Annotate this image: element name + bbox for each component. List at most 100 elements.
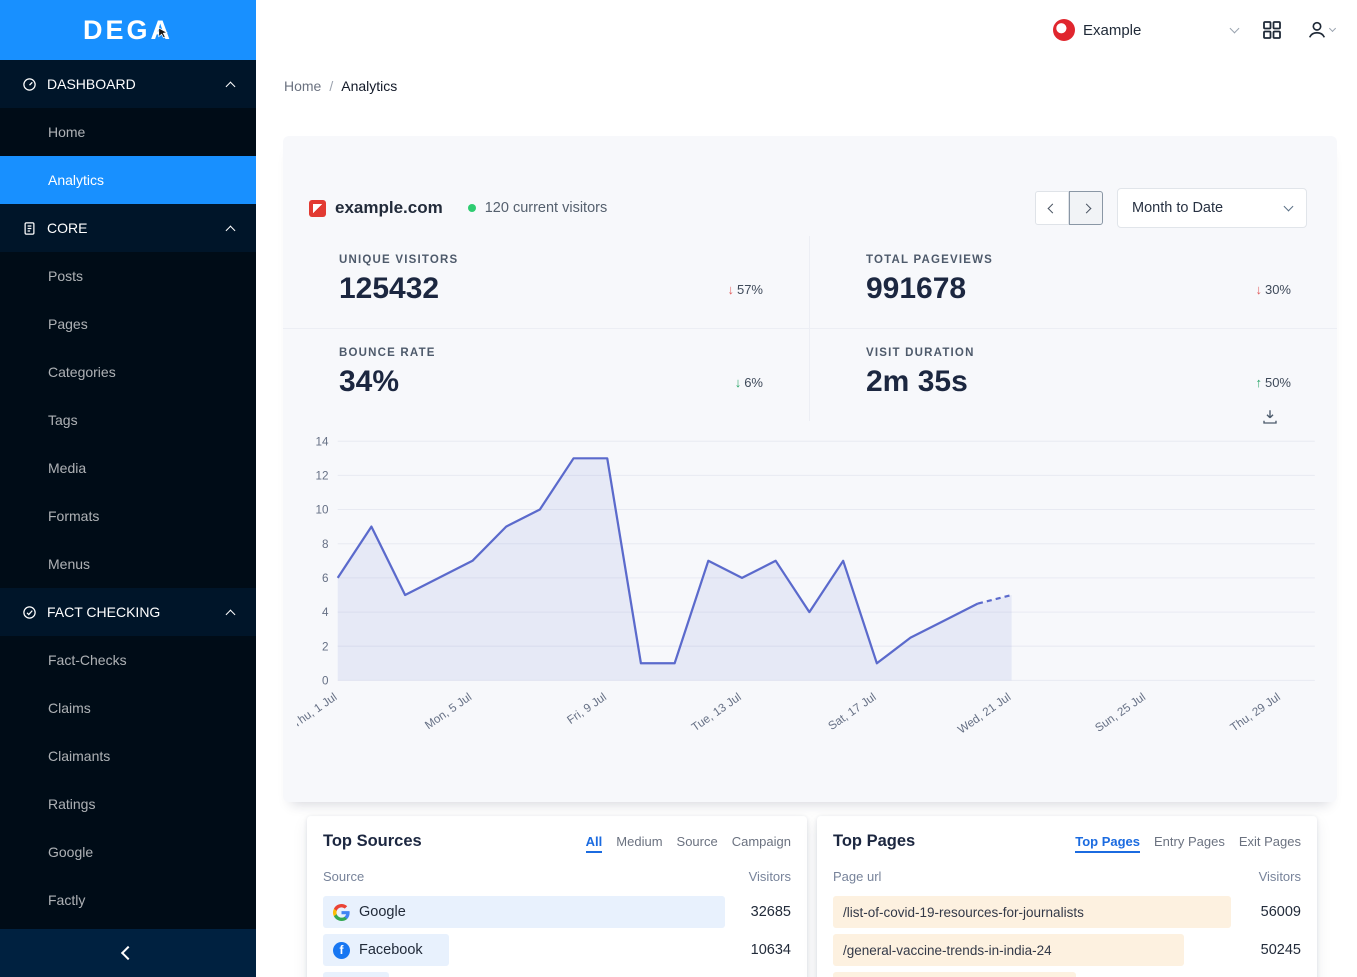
page-url-text: /list-of-covid-19-resources-for-journali… — [843, 905, 1084, 920]
stat-visit-duration: VISIT DURATION 2m 35s ↑50% — [810, 329, 1337, 421]
table-row[interactable] — [323, 970, 791, 977]
dashboard-icon — [22, 77, 37, 92]
svg-text:0: 0 — [322, 674, 329, 687]
sidebar-item-menus[interactable]: Menus — [0, 540, 256, 588]
stat-value: 2m 35s — [866, 365, 968, 399]
sidebar-item-google[interactable]: Google — [0, 828, 256, 876]
card-header: Top Pages Top Pages Entry Pages Exit Pag… — [833, 832, 1301, 853]
stat-delta-value: 57% — [737, 282, 763, 297]
sidebar-item-ratings[interactable]: Ratings — [0, 780, 256, 828]
row-bar — [833, 972, 1076, 977]
sidebar-item-analytics[interactable]: Analytics — [0, 156, 256, 204]
sidebar-item-tags[interactable]: Tags — [0, 396, 256, 444]
svg-text:Tue, 13 Jul: Tue, 13 Jul — [689, 691, 743, 735]
menu-item-label: Home — [48, 124, 85, 140]
svg-text:Wed, 21 Jul: Wed, 21 Jul — [955, 691, 1013, 737]
tab-entry-pages[interactable]: Entry Pages — [1154, 834, 1225, 853]
sidebar-item-posts[interactable]: Posts — [0, 252, 256, 300]
date-nav — [1035, 191, 1103, 225]
sidebar-item-claimants[interactable]: Claimants — [0, 732, 256, 780]
download-icon — [1261, 408, 1279, 426]
site-favicon-icon — [309, 200, 326, 217]
stat-value: 991678 — [866, 272, 966, 306]
date-range-select[interactable]: Month to Date — [1117, 188, 1307, 228]
table-row[interactable] — [833, 970, 1301, 977]
stat-value: 34% — [339, 365, 399, 399]
live-dot-icon — [468, 204, 476, 212]
sidebar-section-dashboard[interactable]: DASHBOARD — [0, 60, 256, 108]
panel-header: example.com 120 current visitors Month t… — [283, 136, 1337, 228]
current-visitors: 120 current visitors — [485, 200, 608, 216]
menu-item-label: Claimants — [48, 748, 110, 764]
column-source: Source — [323, 869, 364, 884]
sidebar-section-fact-checking[interactable]: FACT CHECKING — [0, 588, 256, 636]
sidebar-section-core[interactable]: CORE — [0, 204, 256, 252]
table-row[interactable]: Facebook 10634 — [323, 932, 791, 968]
menu-item-label: Factly — [48, 892, 85, 908]
sidebar-item-home[interactable]: Home — [0, 108, 256, 156]
page-url-text: /general-vaccine-trends-in-india-24 — [843, 943, 1052, 958]
menu-item-label: Tags — [48, 412, 78, 428]
svg-text:2: 2 — [322, 640, 329, 653]
sidebar-item-claims[interactable]: Claims — [0, 684, 256, 732]
bottom-cards: Top Sources All Medium Source Campaign S… — [307, 816, 1317, 977]
table-row[interactable]: /list-of-covid-19-resources-for-journali… — [833, 894, 1301, 930]
svg-text:10: 10 — [316, 504, 330, 517]
source-label: Google — [323, 904, 406, 921]
breadcrumb-home[interactable]: Home — [284, 78, 321, 94]
sidebar-item-categories[interactable]: Categories — [0, 348, 256, 396]
sidebar-collapse-button[interactable] — [0, 929, 256, 977]
site-domain: example.com — [335, 198, 443, 218]
core-icon — [22, 221, 37, 236]
app-logo[interactable]: DEGA — [0, 0, 256, 60]
table-row[interactable]: /general-vaccine-trends-in-india-24 5024… — [833, 932, 1301, 968]
google-icon — [333, 904, 350, 921]
sources-tabs: All Medium Source Campaign — [586, 834, 791, 853]
tab-source[interactable]: Source — [677, 834, 718, 853]
column-visitors: Visitors — [749, 869, 791, 884]
svg-text:12: 12 — [316, 469, 329, 482]
breadcrumb-separator: / — [329, 78, 333, 94]
stat-delta-value: 6% — [744, 375, 763, 390]
next-period-button[interactable] — [1069, 191, 1103, 225]
source-name: Google — [359, 904, 406, 920]
tab-exit-pages[interactable]: Exit Pages — [1239, 834, 1301, 853]
stat-delta-value: 50% — [1265, 375, 1291, 390]
apps-grid-button[interactable] — [1262, 20, 1282, 40]
chevron-up-icon — [226, 81, 236, 91]
page-url: /list-of-covid-19-resources-for-journali… — [833, 905, 1084, 920]
tab-campaign[interactable]: Campaign — [732, 834, 791, 853]
table-row[interactable]: Google 32685 — [323, 894, 791, 930]
card-header: Top Sources All Medium Source Campaign — [323, 832, 791, 853]
visitors-value: 56009 — [1261, 904, 1301, 920]
tab-top-pages[interactable]: Top Pages — [1075, 834, 1140, 853]
chevron-down-icon — [1284, 202, 1294, 212]
sidebar-item-formats[interactable]: Formats — [0, 492, 256, 540]
chevron-down-icon — [1329, 25, 1336, 32]
sidebar-item-pages[interactable]: Pages — [0, 300, 256, 348]
menu-item-label: Media — [48, 460, 86, 476]
user-icon — [1306, 19, 1328, 41]
sidebar-item-fact-checks[interactable]: Fact-Checks — [0, 636, 256, 684]
column-page-url: Page url — [833, 869, 881, 884]
tab-all[interactable]: All — [586, 834, 603, 853]
visitors-value: 50245 — [1261, 942, 1301, 958]
org-switcher[interactable]: Example — [1053, 19, 1238, 41]
menu-item-label: Analytics — [48, 172, 104, 188]
sidebar-menu: DASHBOARD Home Analytics CORE Posts Page… — [0, 60, 256, 929]
svg-text:Sat, 17 Jul: Sat, 17 Jul — [826, 691, 879, 733]
section-label: FACT CHECKING — [47, 604, 160, 620]
download-button[interactable] — [1261, 408, 1279, 426]
stat-unique-visitors: UNIQUE VISITORS 125432 ↓57% — [283, 236, 810, 329]
sidebar-item-media[interactable]: Media — [0, 444, 256, 492]
table-header: Page url Visitors — [833, 869, 1301, 884]
menu-item-label: Posts — [48, 268, 83, 284]
sidebar-item-factly[interactable]: Factly — [0, 876, 256, 924]
arrow-up-icon: ↑ — [1255, 375, 1262, 390]
tab-medium[interactable]: Medium — [616, 834, 662, 853]
panel-controls: Month to Date — [1035, 188, 1307, 228]
user-menu[interactable] — [1306, 19, 1335, 41]
prev-period-button[interactable] — [1035, 191, 1069, 225]
menu-item-label: Claims — [48, 700, 91, 716]
visitors-value: 10634 — [751, 942, 791, 958]
